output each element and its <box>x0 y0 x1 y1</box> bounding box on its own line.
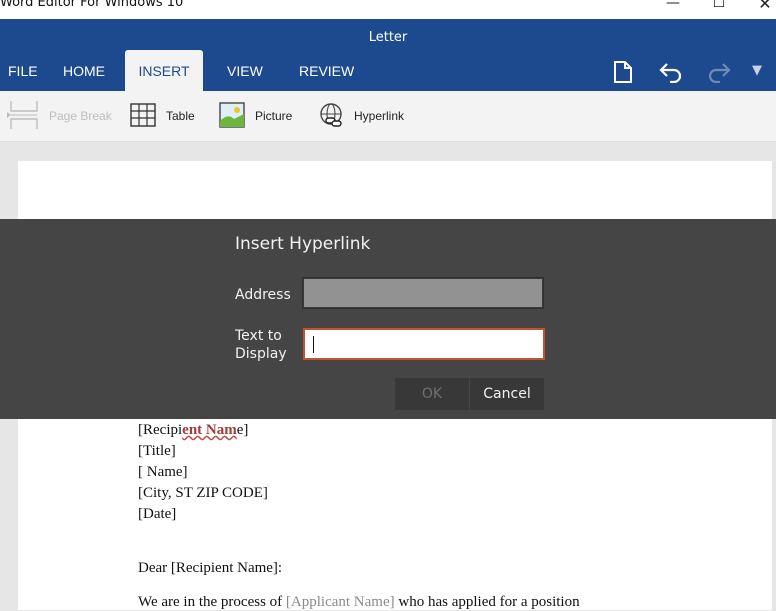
undo-icon[interactable] <box>658 61 684 87</box>
tab-view[interactable]: VIEW <box>227 50 263 91</box>
picture-label: Picture <box>255 109 293 123</box>
dialog-title: Insert Hyperlink <box>235 234 371 254</box>
tab-insert[interactable]: INSERT <box>125 50 203 91</box>
letter-date-line: [Date] <box>138 506 177 522</box>
recipient-address-block[interactable]: [Recipient Name] [Title] [ Name] [City, … <box>138 420 268 525</box>
letter-body-line[interactable]: We are in the process of [Applicant Name… <box>138 594 580 611</box>
page-break-button[interactable]: Page Break <box>7 91 112 141</box>
tab-review[interactable]: REVIEW <box>299 50 354 91</box>
spellcheck-flagged-text: ent Nam <box>182 422 237 438</box>
hyperlink-icon <box>318 102 344 131</box>
text-to-display-label: Text to Display <box>235 328 287 362</box>
maximize-button[interactable]: ☐ <box>696 0 742 13</box>
more-icon[interactable]: ▼ <box>752 63 762 78</box>
insert-hyperlink-dialog: Insert Hyperlink Address Text to Display… <box>0 219 776 419</box>
applicant-placeholder: [Applicant Name] <box>285 594 395 610</box>
redo-icon[interactable] <box>706 61 732 87</box>
document-title: Letter <box>368 30 408 45</box>
hyperlink-label: Hyperlink <box>354 109 405 123</box>
table-label: Table <box>166 109 195 123</box>
new-document-icon[interactable] <box>612 61 634 87</box>
letter-greeting[interactable]: Dear [Recipient Name]: <box>138 558 282 579</box>
picture-icon <box>219 101 245 131</box>
text-to-display-input[interactable] <box>303 328 545 360</box>
close-button[interactable]: ✕ <box>742 0 776 13</box>
tab-file[interactable]: FILE <box>8 50 38 91</box>
hyperlink-button[interactable]: Hyperlink <box>318 91 404 141</box>
cancel-button[interactable]: Cancel <box>470 378 544 410</box>
recipient-name-line: [Recipient Name] <box>138 422 249 438</box>
recipient-company-line: [ Name] <box>138 464 188 480</box>
window-title-bar: Word Editor For Windows 10 — ☐ ✕ <box>0 0 776 19</box>
text-cursor <box>313 336 314 353</box>
tab-home[interactable]: HOME <box>63 50 105 91</box>
ribbon-header: Letter FILE HOME INSERT VIEW REVIEW ▼ <box>0 19 776 91</box>
minimize-button[interactable]: — <box>650 0 696 13</box>
address-input[interactable] <box>302 277 544 309</box>
insert-toolbar: Page Break Table Picture Hyperlink <box>0 91 776 142</box>
table-button[interactable]: Table <box>130 91 195 141</box>
recipient-city-line: [City, ST ZIP CODE] <box>138 485 268 501</box>
address-label: Address <box>235 287 291 303</box>
picture-button[interactable]: Picture <box>219 91 292 141</box>
ok-button[interactable]: OK <box>395 378 469 410</box>
page-break-label: Page Break <box>49 109 112 123</box>
page-break-icon <box>7 99 39 134</box>
table-icon <box>130 102 156 130</box>
app-title: Word Editor For Windows 10 <box>0 0 184 10</box>
recipient-title-line: [Title] <box>138 443 176 459</box>
